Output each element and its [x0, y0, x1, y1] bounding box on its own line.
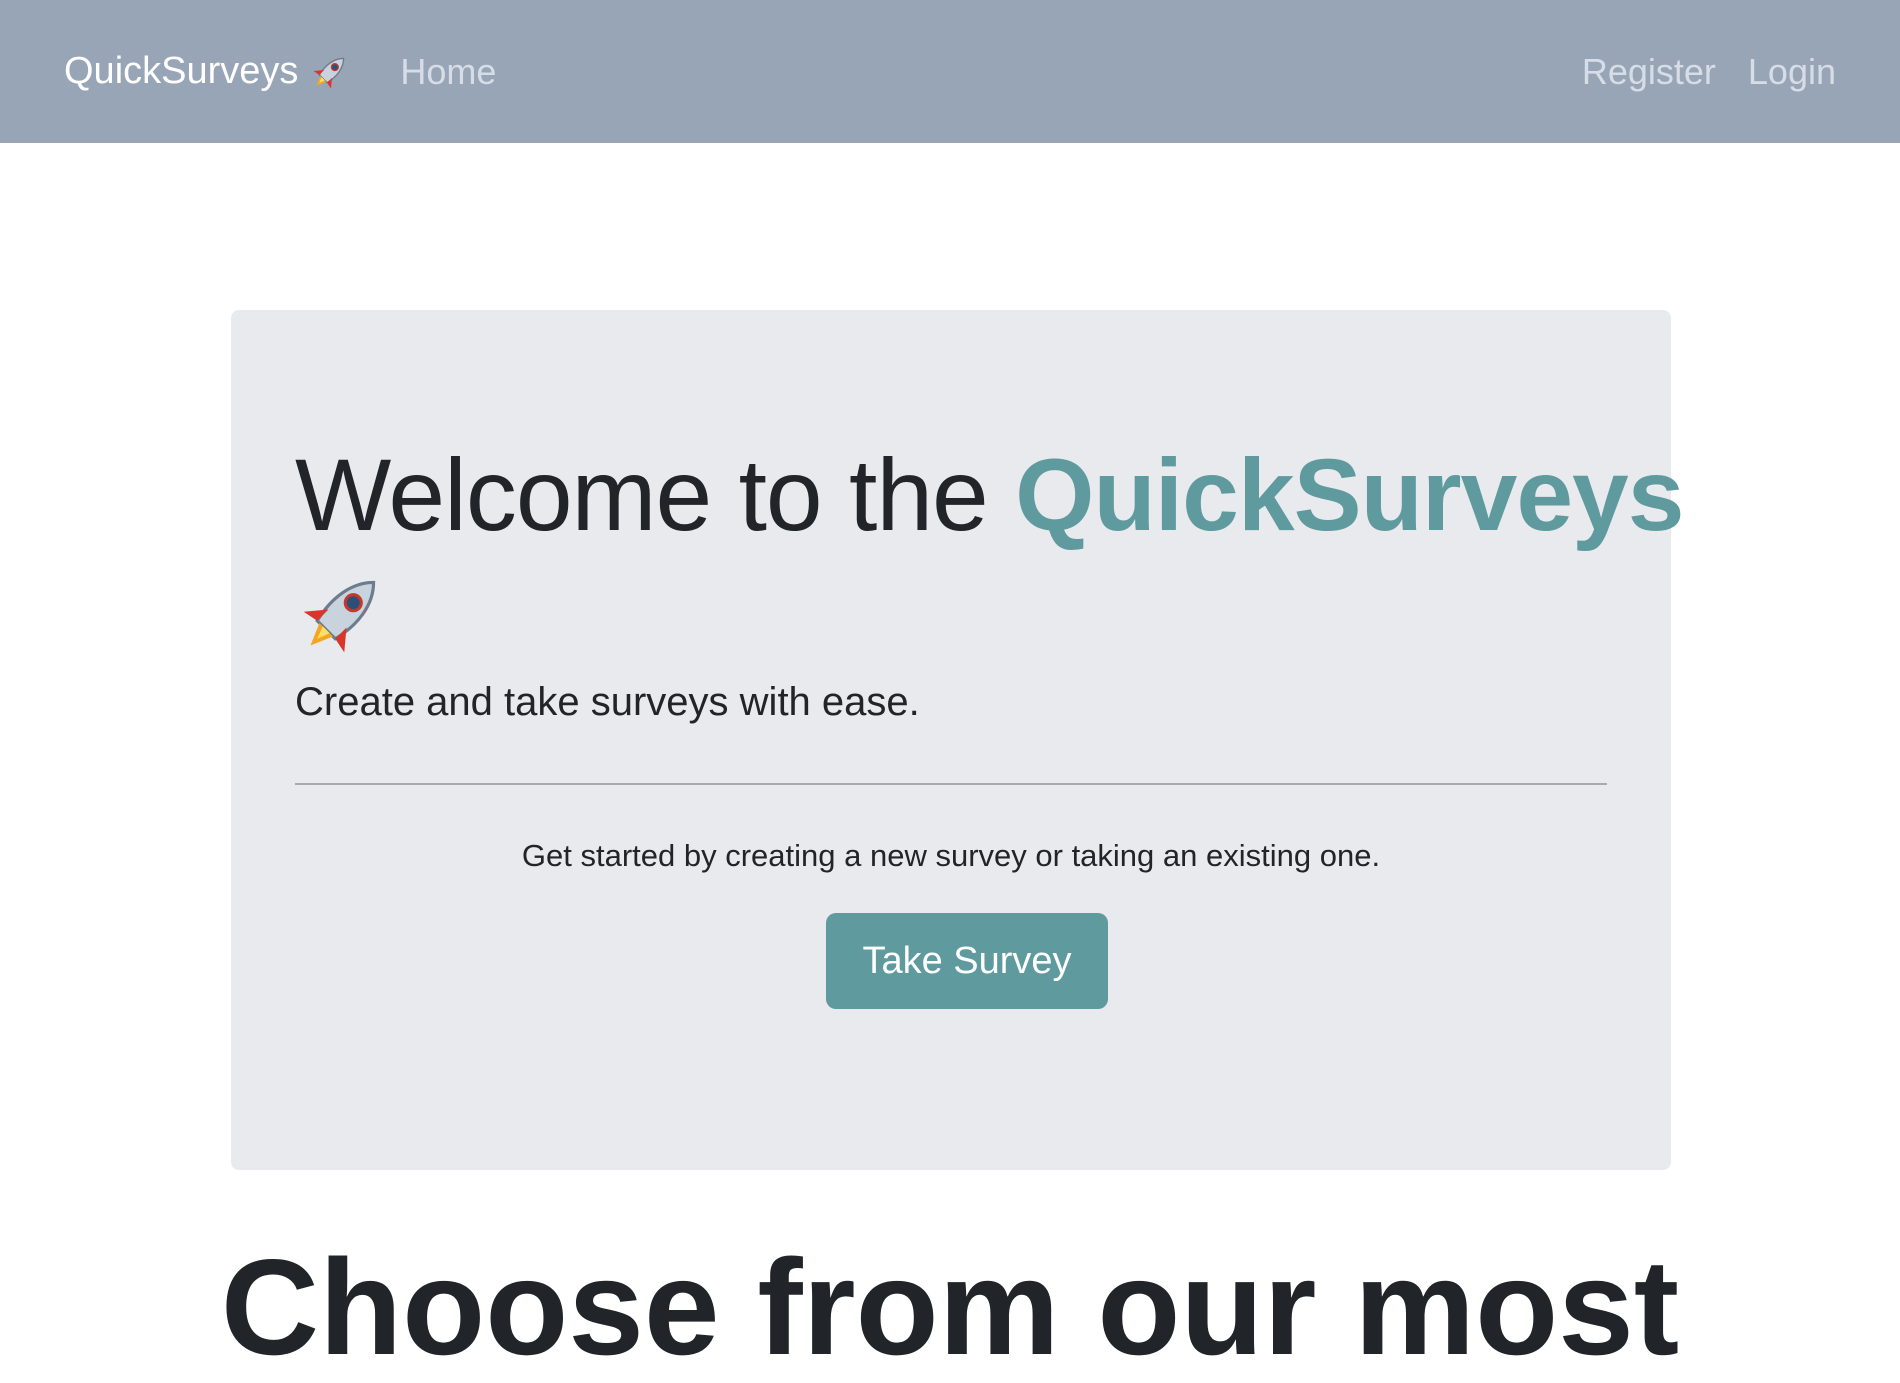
hero-jumbotron: Welcome to the QuickSurveys Create and t…: [231, 310, 1685, 1170]
brand-link[interactable]: QuickSurveys: [64, 50, 352, 94]
hero-headline: Welcome to the QuickSurveys: [295, 438, 1685, 552]
hero-cta-text: Get started by creating a new survey or …: [521, 838, 1381, 873]
hero-lead: Create and take surveys with ease.: [295, 680, 920, 724]
rocket-icon: [303, 580, 376, 653]
section-heading: Choose from our most: [220, 1231, 1680, 1383]
take-survey-button[interactable]: Take Survey: [826, 913, 1108, 1009]
nav-login-link[interactable]: Login: [1748, 51, 1836, 93]
nav-register-link[interactable]: Register: [1582, 51, 1716, 93]
rocket-icon: [313, 57, 345, 89]
nav-auth-links: Register Login: [1582, 51, 1836, 93]
headline-brand: QuickSurveys: [1015, 438, 1684, 552]
brand-name: QuickSurveys: [64, 50, 299, 92]
top-navbar: QuickSurveys Home Register Login: [0, 0, 1900, 143]
hero-divider: [295, 783, 1607, 785]
nav-home-link[interactable]: Home: [400, 51, 496, 93]
headline-prefix: Welcome to the: [295, 438, 1016, 552]
